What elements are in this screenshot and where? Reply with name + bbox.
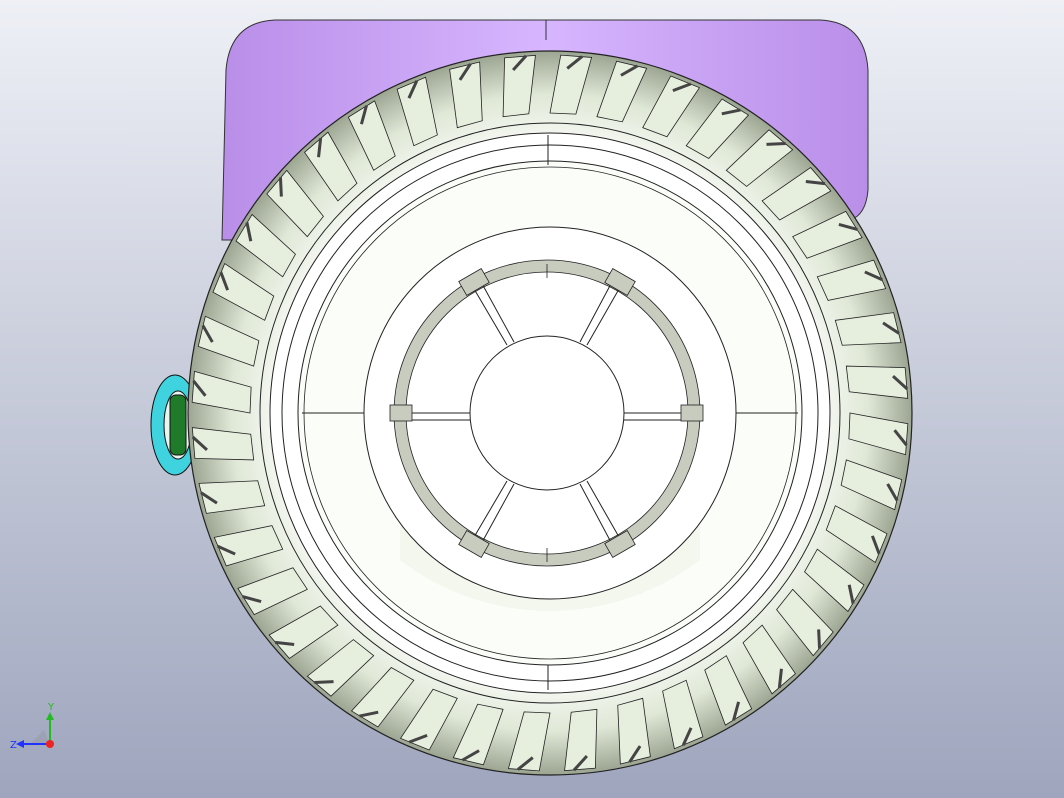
cad-3d-viewport[interactable]: Y Z [0,0,1064,798]
tread-groove [274,640,295,646]
z-axis-arrowhead [16,740,24,748]
coordinate-triad: Y Z [10,702,55,751]
z-axis-label: Z [10,740,17,751]
tread-groove [817,629,822,649]
spoke-tab-left [389,404,413,422]
tread-groove [805,180,826,186]
tread-groove [314,680,334,685]
tread-groove [777,668,783,689]
spoke-tab-right [680,404,704,422]
cad-model-scene[interactable] [0,0,1064,798]
hub-center-circle [469,335,625,491]
x-axis-dot [46,740,54,748]
tread-groove [278,177,283,197]
y-axis-arrowhead [46,712,54,720]
tread-groove [317,137,323,158]
tread-groove [766,141,786,146]
y-axis-label: Y [47,702,55,713]
